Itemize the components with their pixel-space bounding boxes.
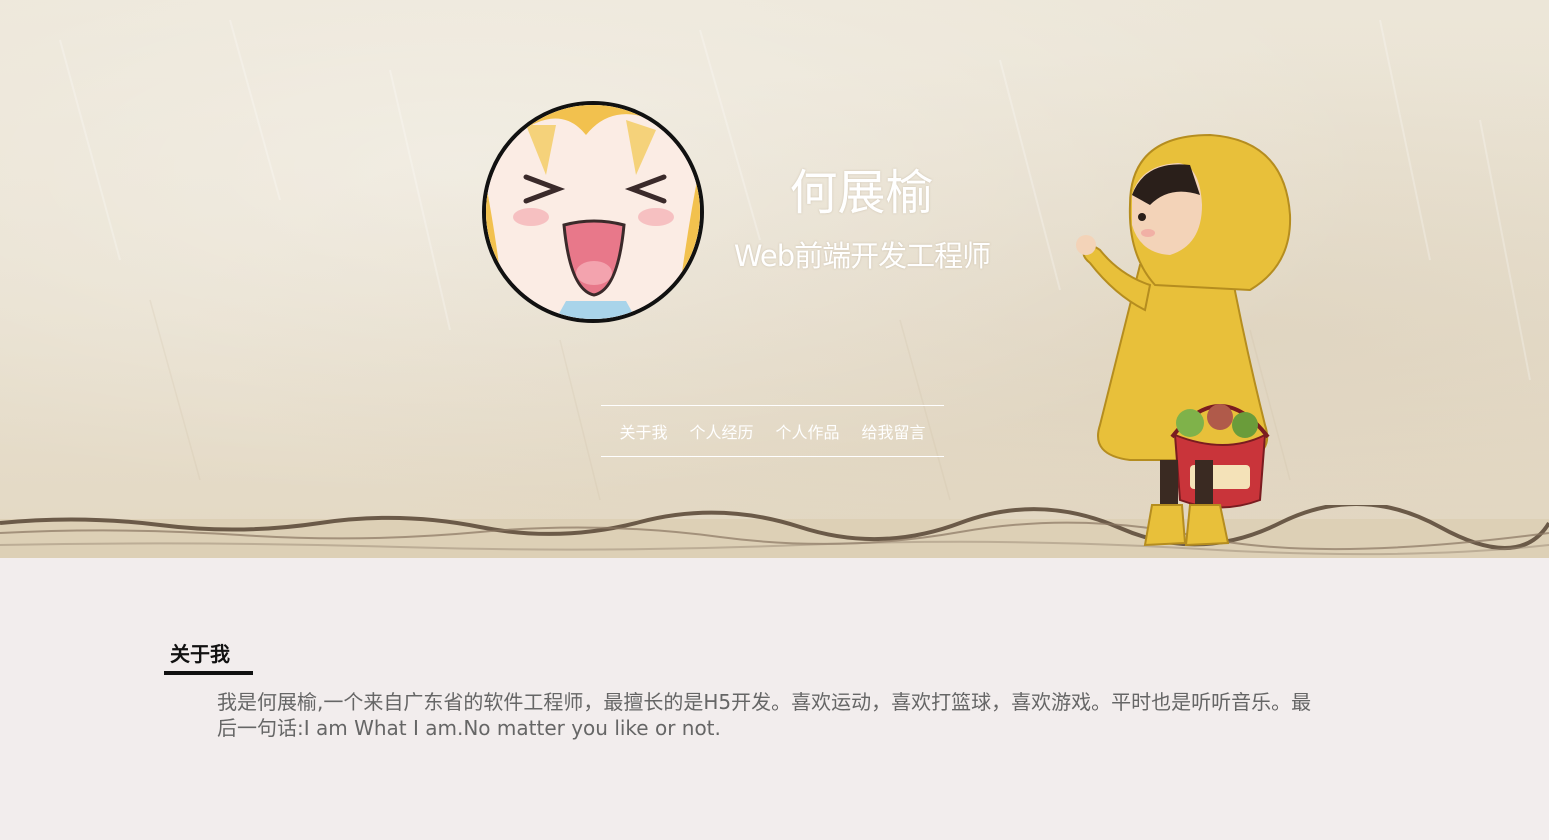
profile-name: 何展榆 xyxy=(789,165,934,221)
nav-link-about[interactable]: 关于我 xyxy=(619,419,667,443)
child-in-yellow-raincoat-icon xyxy=(1076,133,1292,547)
anime-girl-avatar-icon xyxy=(486,105,700,319)
nav-link-works[interactable]: 个人作品 xyxy=(776,419,840,443)
main-nav: 关于我 个人经历 个人作品 给我留言 xyxy=(601,405,944,457)
profile-role: Web前端开发工程师 xyxy=(733,239,991,273)
page: 何展榆 Web前端开发工程师 关于我 个人经历 个人作品 给我留言 关于我 我是… xyxy=(0,0,1549,840)
nav-link-message[interactable]: 给我留言 xyxy=(862,419,926,443)
ground-strip xyxy=(0,505,1549,558)
hero-banner: 何展榆 Web前端开发工程师 关于我 个人经历 个人作品 给我留言 xyxy=(0,0,1549,558)
paper-texture xyxy=(59,19,1531,501)
about-title: 关于我 xyxy=(170,642,230,666)
about-title-underline xyxy=(164,671,253,675)
avatar xyxy=(482,101,704,323)
nav-link-experience[interactable]: 个人经历 xyxy=(689,419,753,443)
about-text: 我是何展榆,一个来自广东省的软件工程师，最擅长的是H5开发。喜欢运动，喜欢打篮球… xyxy=(217,690,1312,740)
